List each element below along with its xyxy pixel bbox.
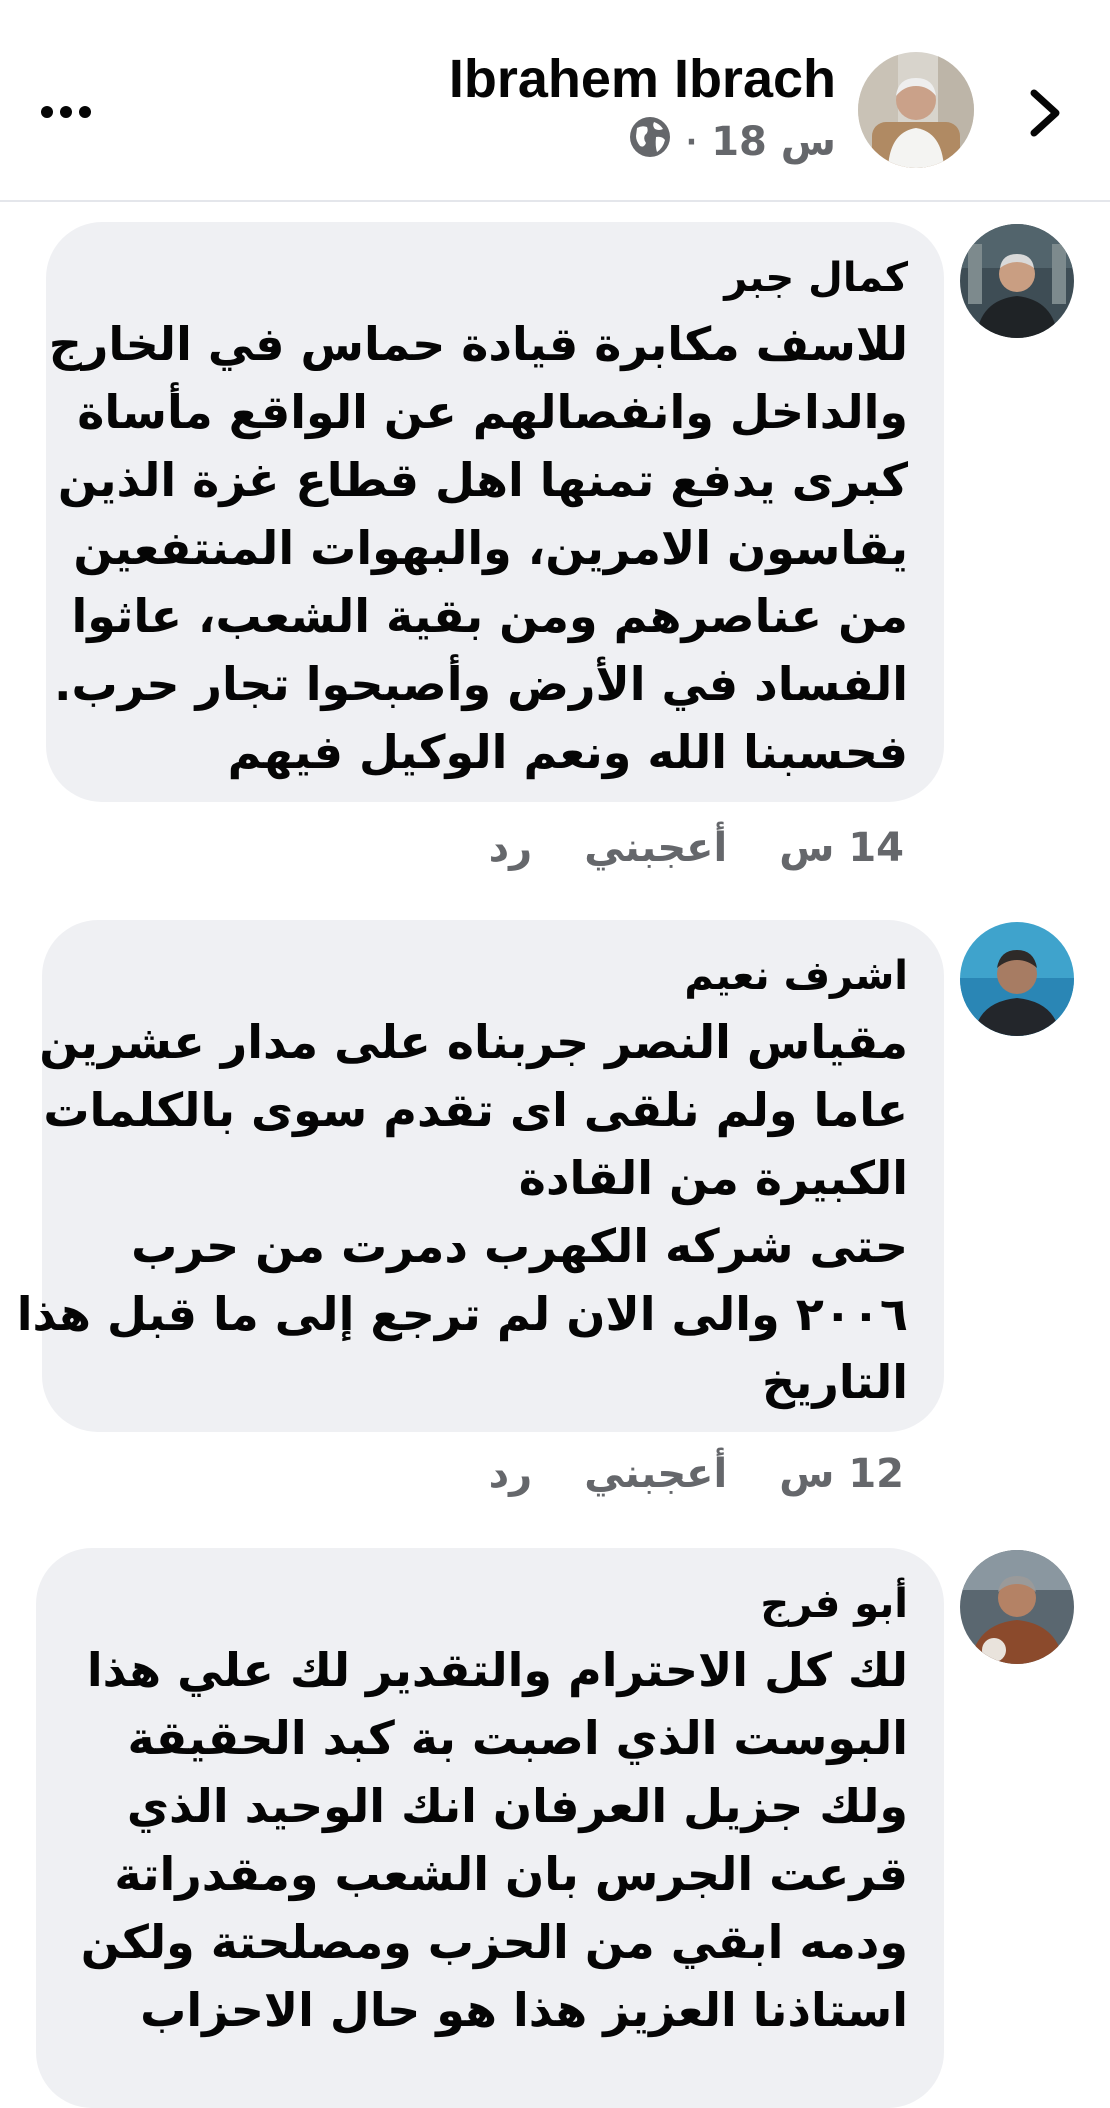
comment-text-line: فحسبنا الله ونعم الوكيل فيهم <box>227 725 908 779</box>
post-header: Ibrahem Ibrach · 18 س <box>0 0 1110 202</box>
comment-text-line: ودمه ابقي من الحزب ومصلحتة ولكن <box>80 1915 908 1969</box>
comment: أبو فرج لك كل الاحترام والتقدير لك علي ه… <box>0 1548 1110 2108</box>
post-time[interactable]: 18 س <box>711 119 836 165</box>
comment: اشرف نعيم مقياس النصر جربناه على مدار عش… <box>0 920 1110 1510</box>
comment-author[interactable]: اشرف نعيم <box>74 946 908 1006</box>
comment-text-line: للاسف مكابرة قيادة حماس في الخارج <box>48 317 908 371</box>
chevron-right-icon <box>1030 89 1060 137</box>
comment-text-line: ولك جزيل العرفان انك الوحيد الذي <box>126 1779 908 1833</box>
post-author-avatar[interactable] <box>858 52 974 168</box>
comment-text-line: مقياس النصر جربناه على مدار عشرين <box>39 1015 908 1069</box>
comment-text-line: استاذنا العزيز هذا هو حال الاحزاب <box>140 1983 908 2037</box>
comment-text-line: الفساد في الأرض وأصبحوا تجار حرب. <box>54 657 908 711</box>
comment-text-line: لك كل الاحترام والتقدير لك علي هذا <box>86 1643 908 1697</box>
comment-time[interactable]: 12 س <box>779 1451 904 1497</box>
comment-text-line: التاريخ <box>762 1355 908 1409</box>
more-horizontal-icon <box>41 106 91 118</box>
comment-bubble: أبو فرج لك كل الاحترام والتقدير لك علي ه… <box>36 1548 944 2108</box>
reply-button[interactable]: رد <box>489 825 533 871</box>
comment: كمال جبر للاسف مكابرة قيادة حماس في الخا… <box>0 222 1110 882</box>
comment-author[interactable]: أبو فرج <box>68 1574 908 1634</box>
like-button[interactable]: أعجبني <box>584 825 727 871</box>
commenter-avatar[interactable] <box>960 1550 1074 1664</box>
comment-bubble: كمال جبر للاسف مكابرة قيادة حماس في الخا… <box>46 222 944 802</box>
post-author-name[interactable]: Ibrahem Ibrach <box>449 44 836 114</box>
comment-text-line: الكبيرة من القادة <box>518 1151 908 1205</box>
meta-separator: · <box>685 124 698 160</box>
commenter-avatar[interactable] <box>960 224 1074 338</box>
like-button[interactable]: أعجبني <box>584 1451 727 1497</box>
comment-text-line: من عناصرهم ومن بقية الشعب، عاثوا <box>71 589 908 643</box>
comment-text-line: عاما ولم نلقى اى تقدم سوى بالكلمات <box>43 1083 908 1137</box>
comment-text-line: كبرى يدفع تمنها اهل قطاع غزة الذين <box>57 453 908 507</box>
globe-icon <box>628 115 672 169</box>
commenter-avatar[interactable] <box>960 922 1074 1036</box>
comment-actions: 14 س أعجبني رد <box>489 818 904 878</box>
reply-button[interactable]: رد <box>489 1451 533 1497</box>
more-options-button[interactable] <box>36 82 96 142</box>
comment-text-line: يقاسون الامرين، والبهوات المنتفعين <box>73 521 908 575</box>
comment-text-line: والداخل وانفصالهم عن الواقع مأساة <box>77 385 908 439</box>
comment-author[interactable]: كمال جبر <box>78 248 908 308</box>
comment-text-line: ٢٠٠٦ والى الان لم ترجع إلى ما قبل هذا <box>16 1287 908 1341</box>
comment-actions: 12 س أعجبني رد <box>489 1444 904 1504</box>
post-meta: · 18 س <box>628 114 836 170</box>
comment-time[interactable]: 14 س <box>779 825 904 871</box>
comment-bubble: اشرف نعيم مقياس النصر جربناه على مدار عش… <box>16 920 944 1432</box>
comment-text-line: البوست الذي اصبت بة كبد الحقيقة <box>127 1711 908 1765</box>
back-button[interactable] <box>1010 78 1080 148</box>
comment-text-line: قرعت الجرس بان الشعب ومقدراتة <box>114 1847 908 1901</box>
comment-text-line: حتى شركه الكهرب دمرت من حرب <box>131 1219 908 1273</box>
